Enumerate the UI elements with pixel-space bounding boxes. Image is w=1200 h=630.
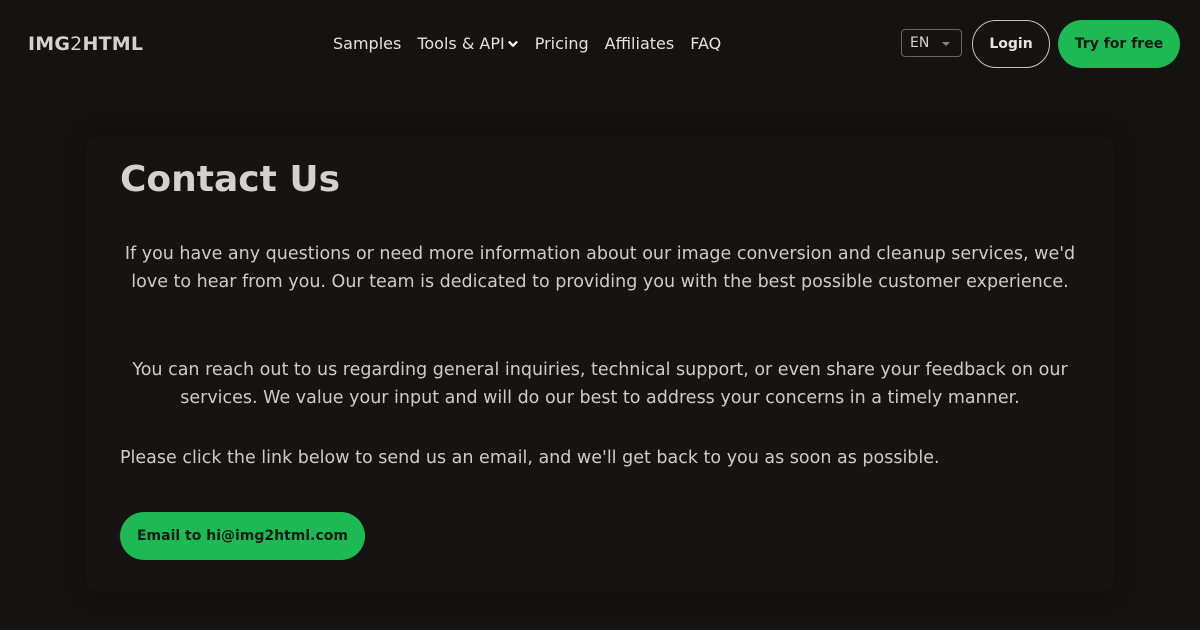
page-title: Contact Us [120,159,341,200]
nav-item-faq[interactable]: FAQ [690,33,721,55]
site-header: IMG2HTML Samples Tools & API Pricing Aff… [0,0,1200,88]
logo-suffix: HTML [82,33,144,55]
nav-label: Samples [333,34,402,53]
nav-label: Tools & API [417,34,505,53]
language-select[interactable]: EN [901,29,962,57]
email-button[interactable]: Email to hi@img2html.com [120,512,365,560]
caret-down-icon [942,42,950,46]
nav-label: FAQ [690,34,722,53]
login-button[interactable]: Login [972,20,1050,68]
logo[interactable]: IMG2HTML [28,32,143,56]
logo-two: 2 [70,33,83,55]
nav-item-pricing[interactable]: Pricing [535,33,589,55]
inquiries-paragraph: You can reach out to us regarding genera… [132,360,1068,408]
nav-item-tools-api[interactable]: Tools & API [417,33,518,55]
nav-item-samples[interactable]: Samples [333,33,401,55]
nav-label: Pricing [534,34,589,53]
logo-prefix: IMG [28,33,71,55]
email-instructions: Please click the link below to send us a… [120,448,940,468]
language-value: EN [910,35,930,51]
try-for-free-button[interactable]: Try for free [1058,20,1180,68]
intro-paragraph: If you have any questions or need more i… [124,244,1076,292]
chevron-down-icon [508,41,518,47]
main-nav: Samples Tools & API Pricing Affiliates F… [333,33,721,55]
nav-item-affiliates[interactable]: Affiliates [605,33,675,55]
nav-label: Affiliates [604,34,675,53]
